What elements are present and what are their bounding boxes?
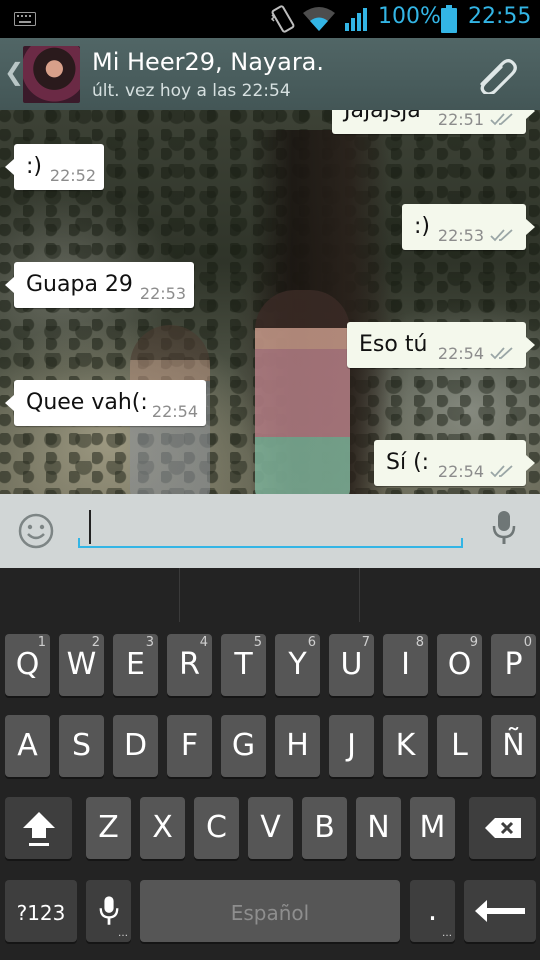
message-text: :) (26, 154, 42, 179)
key[interactable]: G (221, 715, 266, 777)
vibrate-icon (270, 5, 295, 33)
message-text: Guapa 29 (26, 272, 133, 297)
voice-note-mic-icon[interactable] (492, 510, 516, 546)
wallpaper-person (255, 290, 350, 494)
key[interactable]: C (194, 797, 239, 859)
keyboard-notification-icon (14, 12, 36, 26)
key[interactable]: Z (86, 797, 131, 859)
status-time: 22:55 (468, 4, 532, 29)
compose-bar (0, 494, 540, 568)
key[interactable]: H (275, 715, 320, 777)
last-seen-status: últ. vez hoy a las 22:54 (92, 81, 291, 101)
key[interactable]: O9 (437, 634, 482, 696)
key[interactable]: J (329, 715, 374, 777)
key[interactable]: B (302, 797, 347, 859)
message-time: 22:53 (139, 284, 186, 303)
key[interactable]: A (5, 715, 50, 777)
message-bubble-outgoing[interactable]: Eso tú 22:54 (347, 322, 535, 368)
mic-icon (99, 896, 118, 925)
shift-key[interactable] (5, 797, 72, 859)
key[interactable]: E3 (113, 634, 158, 696)
read-double-check-icon (490, 229, 513, 242)
shift-arrow-icon (22, 812, 55, 846)
chat-header: ❮ Mi Heer29, Nayara. últ. vez hoy a las … (0, 38, 540, 110)
enter-arrow-icon (475, 900, 525, 922)
message-input[interactable] (78, 506, 463, 548)
key[interactable]: F (167, 715, 212, 777)
text-cursor (89, 510, 91, 544)
key[interactable]: W2 (59, 634, 104, 696)
battery-percent: 100% (378, 4, 441, 29)
message-time: 22:51 (437, 110, 484, 129)
key[interactable]: U7 (329, 634, 374, 696)
onscreen-keyboard: Q1 W2 E3 R4 T5 Y6 U7 I8 O9 P0 A S D F G … (0, 568, 540, 960)
message-text: Sí (: (386, 450, 430, 475)
key[interactable]: L (437, 715, 482, 777)
message-bubble-incoming[interactable]: Guapa 29 22:53 (5, 262, 194, 308)
suggestion-slot[interactable] (180, 568, 360, 622)
message-text: Jajajsja (344, 110, 421, 123)
message-text: Eso tú (359, 332, 428, 357)
message-time: 22:52 (49, 166, 96, 185)
conversation-area[interactable]: Jajajsja 22:51 :) 22:52 :) 22:53 Guapa 2… (0, 110, 540, 494)
space-key[interactable]: Español (140, 880, 400, 942)
signal-icon (345, 8, 367, 31)
key[interactable]: P0 (491, 634, 536, 696)
key[interactable]: X (140, 797, 185, 859)
key[interactable]: V (248, 797, 293, 859)
message-bubble-incoming[interactable]: :) 22:52 (5, 144, 104, 190)
key[interactable]: D (113, 715, 158, 777)
suggestion-slot[interactable] (360, 568, 540, 622)
message-text: Quee vah(: (26, 390, 148, 415)
message-bubble-outgoing[interactable]: :) 22:53 (402, 204, 535, 250)
back-chevron-icon[interactable]: ❮ (4, 58, 24, 86)
symbols-key[interactable]: ?123 (5, 880, 77, 942)
key[interactable]: Ñ (491, 715, 536, 777)
key[interactable]: K (383, 715, 428, 777)
battery-icon (441, 5, 457, 33)
emoji-icon[interactable] (18, 513, 54, 549)
message-time: 22:54 (151, 402, 198, 421)
key[interactable]: R4 (167, 634, 212, 696)
backspace-key[interactable] (469, 797, 536, 859)
message-bubble-incoming[interactable]: Quee vah(: 22:54 (5, 380, 206, 426)
read-double-check-icon (490, 347, 513, 360)
suggestion-slot[interactable] (0, 568, 180, 622)
read-double-check-icon (490, 113, 513, 126)
key[interactable]: T5 (221, 634, 266, 696)
more-options-dots: … (118, 928, 128, 939)
key[interactable]: Y6 (275, 634, 320, 696)
key[interactable]: Q1 (5, 634, 50, 696)
message-text: :) (414, 214, 430, 239)
message-time: 22:53 (437, 226, 484, 245)
key[interactable]: I8 (383, 634, 428, 696)
message-bubble-outgoing[interactable]: Jajajsja 22:51 (332, 110, 535, 134)
contact-name[interactable]: Mi Heer29, Nayara. (92, 48, 324, 76)
read-double-check-icon (490, 465, 513, 478)
backspace-icon (484, 818, 521, 838)
message-bubble-outgoing[interactable]: Sí (: 22:54 (374, 440, 535, 486)
attach-paperclip-icon[interactable] (474, 54, 520, 94)
contact-avatar[interactable] (23, 46, 80, 103)
message-time: 22:54 (437, 462, 484, 481)
status-bar: 100% 22:55 (0, 0, 540, 38)
key[interactable]: M (410, 797, 455, 859)
key[interactable]: S (59, 715, 104, 777)
period-key[interactable]: .… (410, 880, 455, 942)
voice-input-key[interactable]: … (86, 880, 131, 942)
more-options-dots: … (442, 928, 452, 939)
message-time: 22:54 (437, 344, 484, 363)
key[interactable]: N (356, 797, 401, 859)
enter-key[interactable] (464, 880, 536, 942)
wifi-icon (303, 7, 335, 31)
